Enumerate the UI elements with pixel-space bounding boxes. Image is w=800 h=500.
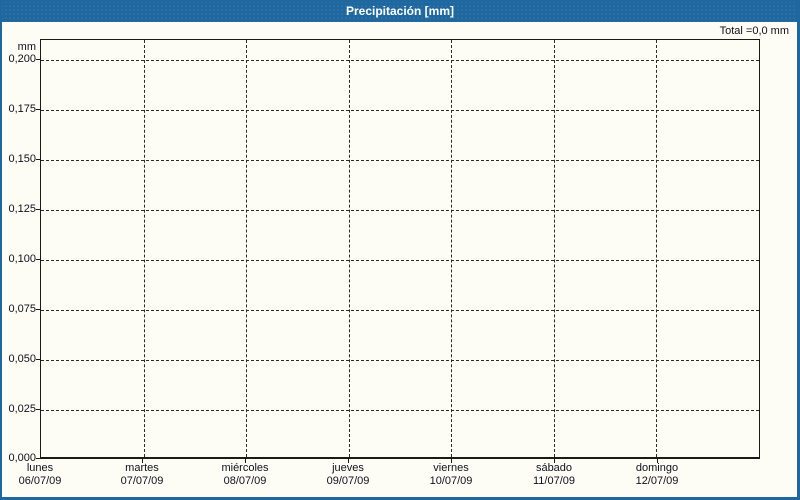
day-label: lunes: [26, 462, 54, 474]
h-gridline: [41, 410, 759, 411]
x-day-group: domingo 12/07/09: [636, 462, 679, 488]
h-gridline: [41, 360, 759, 361]
x-day-group: lunes 06/07/09: [19, 462, 62, 488]
y-tick-label: 0,150: [8, 153, 36, 165]
date-label: 09/07/09: [326, 475, 370, 487]
y-tick-label: 0,050: [8, 353, 36, 365]
y-tick-label: 0,100: [8, 253, 36, 265]
date-label: 10/07/09: [429, 475, 473, 487]
date-label: 06/07/09: [18, 475, 62, 487]
precipitation-chart-window: Precipitación [mm] Total =0,0 mm mm 0,20…: [0, 0, 800, 500]
y-tick-label: 0,025: [8, 403, 36, 415]
v-gridline: [348, 40, 350, 457]
y-tick-label: 0,175: [8, 103, 36, 115]
v-gridline: [246, 40, 248, 457]
plot-area: [40, 39, 760, 459]
v-gridline: [553, 40, 555, 457]
h-gridline: [41, 110, 759, 111]
day-label: domingo: [635, 462, 679, 474]
h-gridline: [41, 210, 759, 211]
total-label: Total =0,0 mm: [719, 25, 789, 37]
date-label: 08/07/09: [223, 475, 267, 487]
h-gridline: [41, 60, 759, 61]
v-gridline: [451, 40, 453, 457]
day-label: miércoles: [221, 462, 269, 474]
h-gridline: [41, 160, 759, 161]
date-label: 12/07/09: [635, 475, 679, 487]
x-day-group: viernes 10/07/09: [430, 462, 473, 488]
day-label: sábado: [535, 462, 573, 474]
chart-title-bar: Precipitación [mm]: [0, 0, 800, 22]
h-gridline: [41, 260, 759, 261]
y-tick-label: 0,125: [8, 203, 36, 215]
x-day-group: jueves 09/07/09: [327, 462, 370, 488]
day-label: jueves: [332, 462, 364, 474]
day-label: martes: [125, 462, 159, 474]
h-gridline: [41, 310, 759, 311]
chart-title: Precipitación [mm]: [345, 4, 455, 18]
v-gridline: [143, 40, 145, 457]
y-tick-label: 0,200: [8, 53, 36, 65]
date-label: 11/07/09: [532, 475, 576, 487]
x-day-group: miércoles 08/07/09: [221, 462, 268, 488]
date-label: 07/07/09: [120, 475, 164, 487]
x-day-group: martes 07/07/09: [121, 462, 164, 488]
y-tick-label: 0,075: [8, 303, 36, 315]
v-gridline: [656, 40, 658, 457]
day-label: viernes: [433, 462, 469, 474]
x-day-group: sábado 11/07/09: [533, 462, 575, 488]
